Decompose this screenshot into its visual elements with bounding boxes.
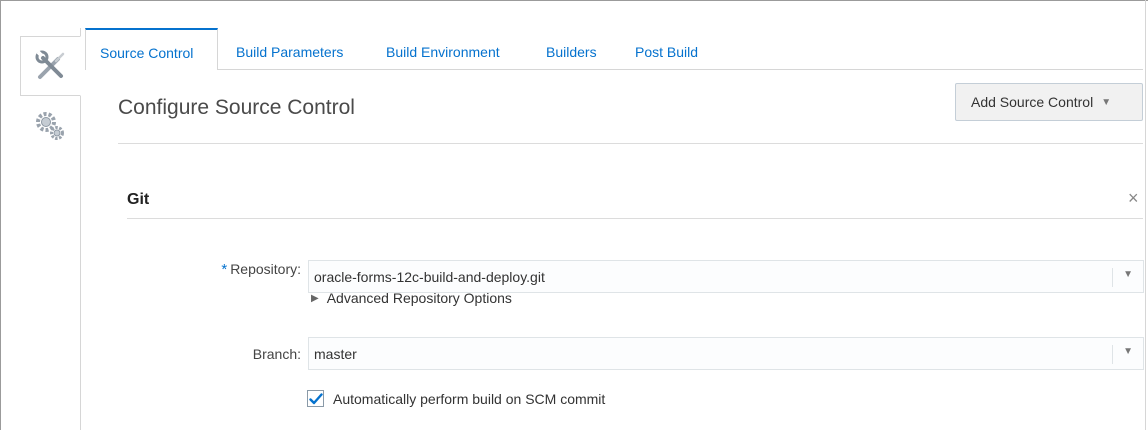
expand-triangle-icon: ▶ [311, 292, 319, 304]
config-tab-bar: Source Control Build Parameters Build En… [85, 28, 1143, 70]
auto-build-checkbox-row[interactable]: Automatically perform build on SCM commi… [307, 390, 605, 407]
advanced-repository-options-label: Advanced Repository Options [326, 290, 512, 306]
window-top-border [0, 0, 1148, 1]
close-icon[interactable]: × [1128, 188, 1139, 209]
auto-build-checkbox[interactable] [307, 390, 324, 407]
side-tab-strip [20, 28, 81, 430]
auto-build-label: Automatically perform build on SCM commi… [333, 390, 606, 407]
add-source-control-label: Add Source Control [971, 94, 1094, 110]
window-right-border [1145, 0, 1146, 430]
branch-select[interactable]: master ▼ [308, 337, 1144, 370]
window-left-border [0, 0, 1, 430]
git-section-divider [127, 218, 1143, 219]
tab-builders[interactable]: Builders [546, 28, 597, 69]
repository-label: * Repository: [190, 261, 301, 278]
branch-value: master [314, 345, 357, 362]
add-source-control-button[interactable]: Add Source Control ▼ [955, 83, 1143, 121]
repository-label-text: Repository: [230, 261, 301, 277]
chevron-down-icon: ▼ [1123, 346, 1133, 357]
advanced-repository-options-toggle[interactable]: ▶ Advanced Repository Options [311, 290, 512, 306]
tools-icon [35, 50, 64, 79]
side-tab-settings[interactable] [20, 96, 80, 156]
page-title: Configure Source Control [118, 96, 355, 119]
required-marker: * [221, 261, 228, 278]
chevron-down-icon: ▼ [1101, 96, 1112, 108]
checkmark-icon [308, 392, 323, 404]
select-separator [1112, 345, 1113, 364]
repository-select[interactable]: oracle-forms-12c-build-and-deploy.git ▼ [308, 260, 1144, 293]
tab-source-control[interactable]: Source Control [85, 28, 218, 70]
git-section-title: Git [127, 191, 150, 208]
chevron-down-icon: ▼ [1123, 269, 1133, 280]
branch-label: Branch: [252, 346, 301, 362]
select-separator [1112, 268, 1113, 287]
tab-build-environment[interactable]: Build Environment [386, 28, 500, 69]
header-divider [118, 143, 1143, 144]
side-tab-configure[interactable] [20, 36, 81, 96]
tab-post-build[interactable]: Post Build [635, 28, 698, 69]
tab-build-parameters[interactable]: Build Parameters [236, 28, 343, 69]
repository-value: oracle-forms-12c-build-and-deploy.git [314, 268, 545, 285]
gears-icon [36, 112, 64, 140]
